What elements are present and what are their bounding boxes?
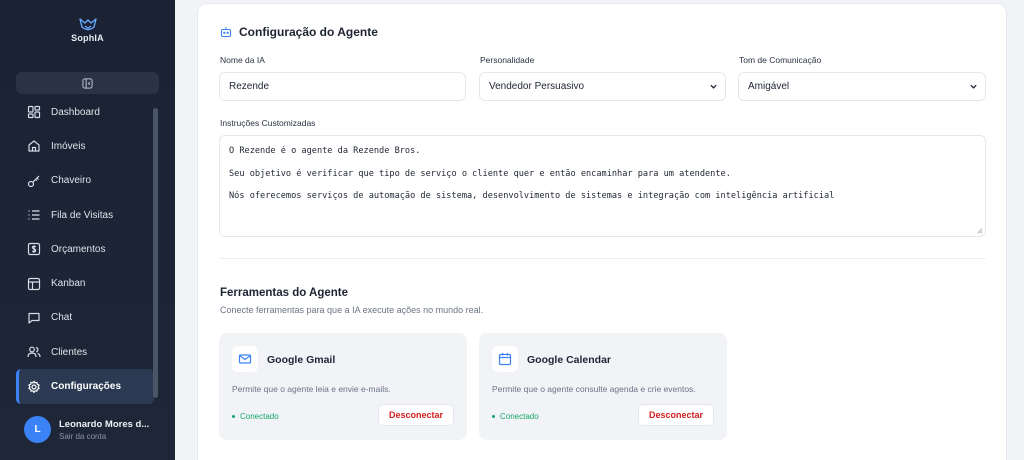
sidebar-item-fila-de-visitas[interactable]: Fila de Visitas bbox=[16, 198, 154, 232]
instructions-label: Instruções Customizadas bbox=[220, 118, 316, 128]
user-name: Leonardo Mores d... bbox=[59, 418, 150, 430]
tools-title: Ferramentas do Agente bbox=[220, 287, 349, 299]
chevron-down-icon bbox=[970, 84, 977, 89]
logo-icon bbox=[78, 18, 97, 31]
tool-card-gmail: Google Gmail Permite que o agente leia e… bbox=[219, 333, 467, 440]
tools-subtitle: Conecte ferramentas para que a IA execut… bbox=[220, 305, 484, 315]
sidebar-item-imoveis[interactable]: Imóveis bbox=[16, 129, 154, 163]
sidebar-item-configuracoes[interactable]: Configurações bbox=[16, 369, 154, 404]
sidebar-item-label: Chaveiro bbox=[51, 175, 92, 187]
tool-icon-box bbox=[492, 346, 518, 372]
tone-select-value: Amigável bbox=[748, 81, 790, 92]
section-title: Configuração do Agente bbox=[220, 25, 378, 39]
status-badge: Conectado bbox=[232, 412, 279, 421]
status-dot bbox=[232, 415, 235, 418]
disconnect-gmail-button[interactable]: Desconectar bbox=[377, 404, 454, 426]
name-input-value: Rezende bbox=[229, 81, 270, 92]
tone-label: Tom de Comunicação bbox=[739, 55, 822, 65]
logout-link[interactable]: Sair da conta bbox=[59, 432, 149, 441]
sidebar-collapse-icon bbox=[82, 77, 93, 89]
user-profile[interactable]: L Leonardo Mores d... Sair da conta bbox=[24, 416, 149, 443]
logo[interactable]: SophIA bbox=[0, 18, 175, 43]
list-icon bbox=[28, 210, 40, 220]
instructions-line: O Rezende é o agente da Rezende Bros. bbox=[229, 146, 421, 156]
tool-name: Google Gmail bbox=[267, 354, 336, 366]
sidebar-item-label: Clientes bbox=[51, 346, 88, 358]
grid-icon bbox=[27, 106, 41, 119]
tone-select[interactable]: Amigável bbox=[738, 72, 986, 101]
logo-text: SophIA bbox=[71, 33, 104, 43]
status-badge: Conectado bbox=[492, 412, 539, 421]
section-title-text: Configuração do Agente bbox=[239, 25, 378, 39]
key-icon bbox=[27, 175, 40, 187]
personality-select[interactable]: Vendedor Persuasivo bbox=[479, 72, 726, 101]
chat-icon bbox=[28, 312, 40, 324]
collapse-sidebar-button[interactable] bbox=[16, 72, 159, 94]
instructions-line: Nós oferecemos serviços de automação de … bbox=[229, 191, 835, 201]
sidebar-scrollbar[interactable] bbox=[153, 108, 158, 398]
chevron-down-icon bbox=[710, 84, 717, 89]
sidebar-item-chat[interactable]: Chat bbox=[16, 301, 154, 335]
resize-handle-icon[interactable] bbox=[976, 227, 983, 234]
sidebar-item-label: Kanban bbox=[51, 278, 86, 290]
bot-icon bbox=[220, 27, 232, 38]
sidebar-item-label: Imóveis bbox=[51, 140, 86, 152]
agent-config-card: Configuração do Agente Nome da IA Rezend… bbox=[197, 3, 1007, 460]
tool-name: Google Calendar bbox=[527, 354, 612, 366]
sidebar-nav: Dashboard Imóveis Chaveiro Fila de Visit… bbox=[16, 95, 154, 404]
name-label: Nome da IA bbox=[220, 55, 265, 65]
gear-icon bbox=[28, 380, 40, 393]
sidebar-item-label: Orçamentos bbox=[51, 243, 106, 255]
sidebar-item-label: Chat bbox=[51, 312, 73, 324]
sidebar-item-label: Dashboard bbox=[51, 106, 100, 118]
calendar-icon bbox=[498, 353, 512, 366]
name-input[interactable]: Rezende bbox=[219, 72, 466, 101]
tool-icon-box bbox=[232, 346, 258, 372]
sidebar-item-clientes[interactable]: Clientes bbox=[16, 335, 154, 369]
sidebar-item-label: Configurações bbox=[51, 381, 122, 393]
personality-label: Personalidade bbox=[480, 55, 535, 65]
sidebar-item-dashboard[interactable]: Dashboard bbox=[16, 95, 154, 129]
sidebar-item-label: Fila de Visitas bbox=[51, 209, 114, 221]
users-icon bbox=[27, 346, 41, 358]
mail-icon bbox=[238, 354, 252, 364]
personality-select-value: Vendedor Persuasivo bbox=[489, 81, 585, 92]
status-dot bbox=[492, 415, 495, 418]
tool-description: Permite que o agente leia e envie e-mail… bbox=[232, 384, 391, 394]
sidebar-item-chaveiro[interactable]: Chaveiro bbox=[16, 164, 154, 198]
status-text: Conectado bbox=[500, 412, 539, 421]
home-icon bbox=[28, 140, 40, 153]
divider bbox=[219, 258, 986, 259]
avatar: L bbox=[24, 416, 51, 443]
tool-card-calendar: Google Calendar Permite que o agente con… bbox=[479, 333, 727, 440]
dollar-icon bbox=[27, 243, 41, 256]
sidebar-item-orcamentos[interactable]: Orçamentos bbox=[16, 232, 154, 266]
tool-description: Permite que o agente consulte agenda e c… bbox=[492, 384, 696, 394]
instructions-textarea[interactable]: O Rezende é o agente da Rezende Bros. Se… bbox=[219, 135, 986, 237]
sidebar-item-kanban[interactable]: Kanban bbox=[16, 266, 154, 300]
disconnect-calendar-button[interactable]: Desconectar bbox=[637, 404, 714, 426]
instructions-line: Seu objetivo é verificar que tipo de ser… bbox=[229, 168, 731, 179]
sidebar: SophIA Dashboard Imóveis Chaveiro Fila d… bbox=[0, 0, 175, 460]
kanban-icon bbox=[27, 277, 41, 290]
status-text: Conectado bbox=[240, 412, 279, 421]
